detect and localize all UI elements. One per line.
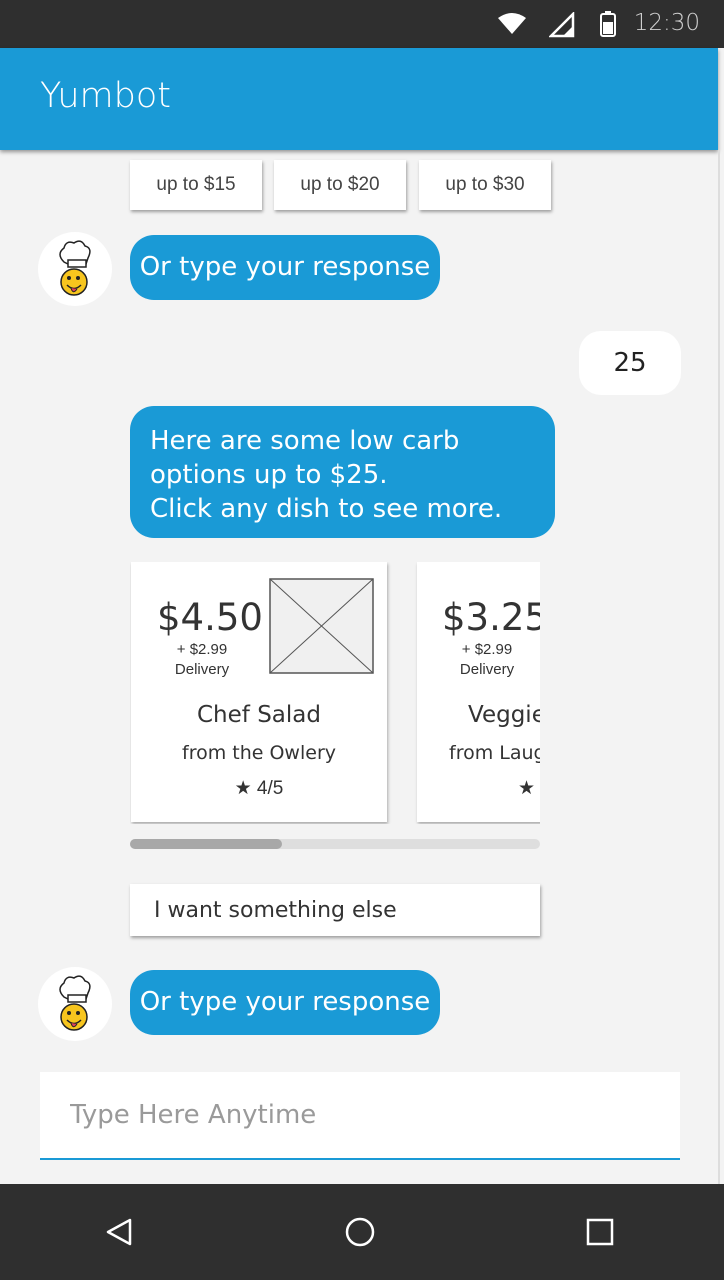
wifi-icon xyxy=(498,13,526,34)
battery-icon xyxy=(600,11,616,37)
recents-icon[interactable] xyxy=(576,1208,624,1256)
chip-up-to-30[interactable]: up to $30 xyxy=(419,160,551,210)
dish-price: $4.50 xyxy=(157,596,263,639)
delivery-fee: + $2.99 Delivery xyxy=(441,640,533,680)
dish-price: $3.25 xyxy=(442,596,540,639)
dish-card[interactable]: $3.25 + $2.99 Delivery Veggie from Laug … xyxy=(417,562,540,822)
bot-message-bubble: Here are some low carb options up to $25… xyxy=(130,406,555,538)
cell-signal-icon xyxy=(549,12,575,38)
back-icon[interactable] xyxy=(96,1208,144,1256)
carousel-scrollbar-thumb[interactable] xyxy=(130,839,282,849)
bot-prompt-bubble: Or type your response xyxy=(130,970,440,1035)
chef-icon xyxy=(59,240,91,296)
bot-avatar xyxy=(38,967,112,1041)
delivery-fee-label: Delivery xyxy=(459,661,515,678)
delivery-fee-label: Delivery xyxy=(174,661,230,678)
bot-avatar xyxy=(38,232,112,306)
delivery-fee: + $2.99 Delivery xyxy=(156,640,248,680)
bot-prompt-bubble: Or type your response xyxy=(130,235,440,300)
app-bar: Yumbot xyxy=(0,48,718,150)
chef-icon xyxy=(59,975,91,1031)
bot-message-line: options up to $25. xyxy=(150,460,388,490)
message-input[interactable] xyxy=(40,1072,680,1160)
dish-carousel[interactable]: $4.50 + $2.99 Delivery Chef Salad from t… xyxy=(130,562,540,824)
dish-restaurant: from the Owlery xyxy=(182,742,336,764)
bot-prompt-text: Or type your response xyxy=(139,987,431,1017)
dish-card[interactable]: $4.50 + $2.99 Delivery Chef Salad from t… xyxy=(131,562,387,822)
carousel-scrollbar[interactable] xyxy=(130,839,540,849)
nav-bar xyxy=(0,1184,724,1280)
dish-image-placeholder xyxy=(269,578,374,674)
delivery-fee-amount: + $2.99 xyxy=(461,641,513,658)
bot-prompt-text: Or type your response xyxy=(139,252,431,282)
dish-rating: ★ 3/5 xyxy=(518,778,540,799)
status-bar: 12:30 xyxy=(0,0,724,48)
app-title: Yumbot xyxy=(40,76,171,116)
user-reply-bubble: 25 xyxy=(579,331,681,395)
dish-restaurant: from Laug xyxy=(449,742,540,764)
home-icon[interactable] xyxy=(336,1208,384,1256)
bot-message-line: Click any dish to see more. xyxy=(150,494,503,524)
bot-message-line: Here are some low carb xyxy=(150,426,460,456)
dish-rating: ★ 4/5 xyxy=(234,778,284,799)
dish-name: Chef Salad xyxy=(197,702,321,728)
chip-up-to-15[interactable]: up to $15 xyxy=(130,160,262,210)
status-time: 12:30 xyxy=(633,10,700,36)
something-else-button[interactable]: I want something else xyxy=(130,884,540,936)
chip-up-to-20[interactable]: up to $20 xyxy=(274,160,406,210)
delivery-fee-amount: + $2.99 xyxy=(176,641,228,658)
dish-name: Veggie xyxy=(468,702,540,728)
